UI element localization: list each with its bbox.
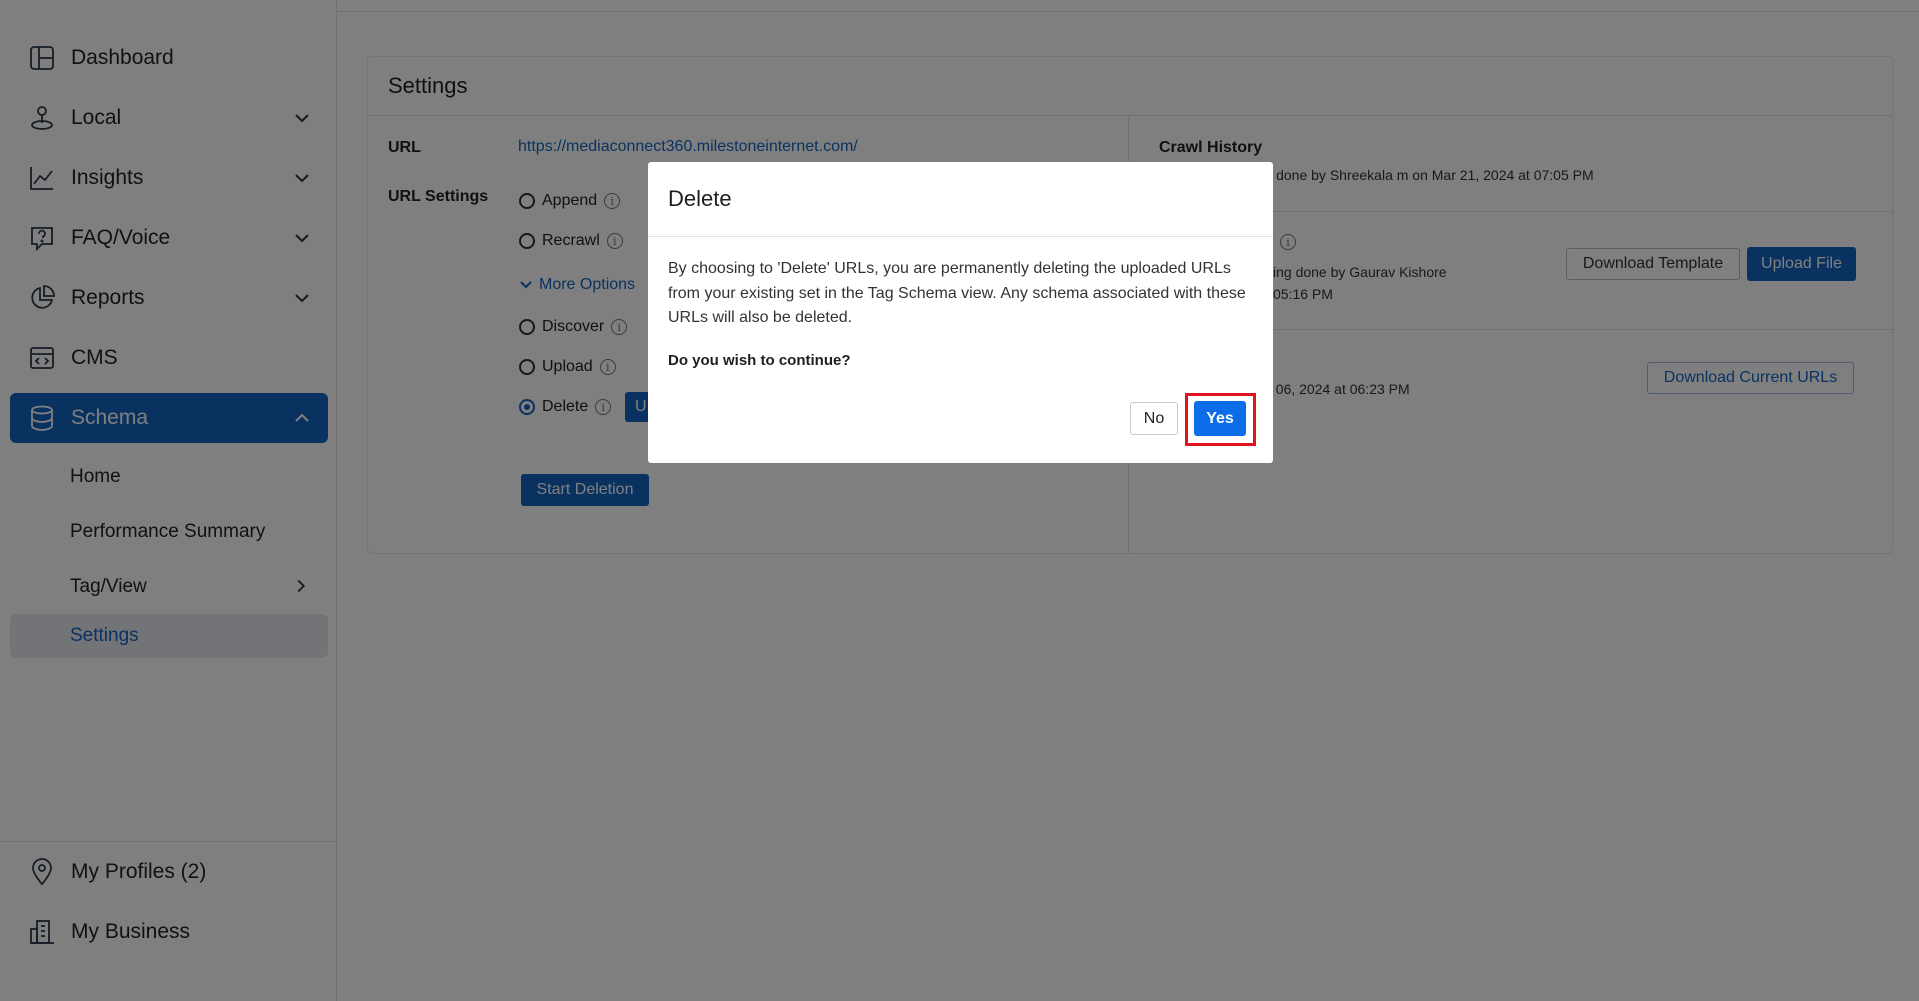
dialog-question: Do you wish to continue?: [668, 352, 851, 369]
dialog-header-divider: [648, 236, 1273, 237]
delete-confirm-dialog: Delete By choosing to 'Delete' URLs, you…: [648, 162, 1273, 463]
dialog-title: Delete: [668, 186, 732, 211]
dialog-message: By choosing to 'Delete' URLs, you are pe…: [668, 260, 1246, 326]
modal-backdrop[interactable]: [0, 0, 1919, 1001]
yes-button[interactable]: Yes: [1194, 401, 1246, 436]
no-button[interactable]: No: [1130, 402, 1178, 435]
